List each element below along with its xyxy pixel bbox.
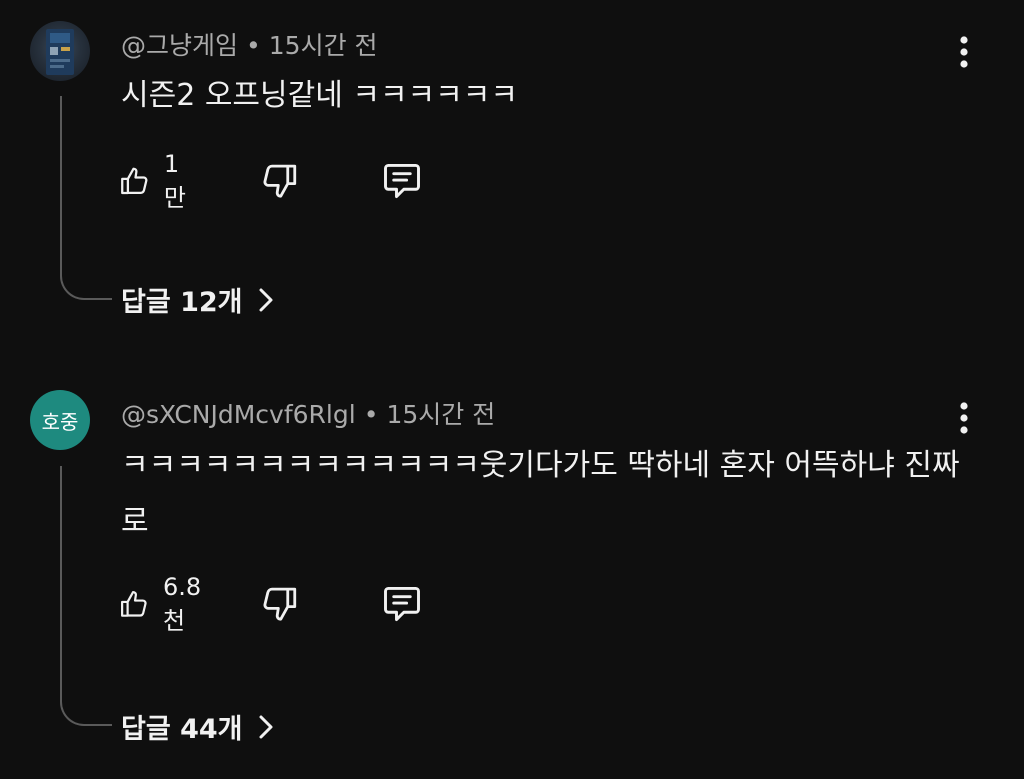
reply-comment-icon xyxy=(384,586,420,622)
thread-connector xyxy=(60,96,112,300)
more-options-button[interactable] xyxy=(952,34,976,70)
chevron-right-icon xyxy=(257,713,275,741)
comment-thread: @그냥게임 • 15시간 전 시즌2 오프닝같네 ㅋㅋㅋㅋㅋㅋ 1만 답글 12… xyxy=(0,0,1024,360)
like-button[interactable]: 1만 xyxy=(118,150,194,212)
avatar[interactable]: 호중 xyxy=(30,390,90,450)
comment-thread: 호중 @sXCNJdMcvf6Rlgl • 15시간 전 ㅋㅋㅋㅋㅋㅋㅋㅋㅋㅋㅋㅋㅋ… xyxy=(0,370,1024,779)
more-vert-icon xyxy=(960,36,968,68)
replies-label: 답글 44개 xyxy=(121,714,243,745)
thread-connector xyxy=(60,466,112,726)
more-options-button[interactable] xyxy=(952,400,976,436)
thumbs-up-icon xyxy=(121,167,148,195)
like-count: 1만 xyxy=(163,149,186,212)
thumbs-down-icon xyxy=(263,164,297,198)
dislike-button[interactable] xyxy=(258,157,300,205)
thumbs-up-icon xyxy=(121,590,147,617)
like-count: 6.8천 xyxy=(162,572,202,635)
more-vert-icon xyxy=(960,402,968,434)
replies-label: 답글 12개 xyxy=(121,287,243,318)
chevron-right-icon xyxy=(257,286,275,314)
view-replies-button[interactable]: 답글 12개 xyxy=(121,280,275,319)
dislike-button[interactable] xyxy=(258,580,300,628)
comment-meta: @그냥게임 • 15시간 전 xyxy=(121,26,378,62)
avatar[interactable] xyxy=(30,21,90,81)
timestamp[interactable]: 15시간 전 xyxy=(386,400,495,429)
comment-text: ㅋㅋㅋㅋㅋㅋㅋㅋㅋㅋㅋㅋㅋ웃기다가도 딱하네 혼자 어뜩하냐 진짜로 xyxy=(121,448,960,539)
reply-button[interactable] xyxy=(380,580,424,628)
avatar-image xyxy=(46,29,74,75)
timestamp[interactable]: 15시간 전 xyxy=(269,31,378,60)
separator-dot: • xyxy=(363,400,379,429)
reply-button[interactable] xyxy=(380,157,424,205)
like-button[interactable]: 6.8천 xyxy=(118,573,210,635)
view-replies-button[interactable]: 답글 44개 xyxy=(121,707,275,746)
comment-meta: @sXCNJdMcvf6Rlgl • 15시간 전 xyxy=(121,395,495,431)
thumbs-down-icon xyxy=(263,587,297,621)
reply-comment-icon xyxy=(384,163,420,199)
author-handle[interactable]: @sXCNJdMcvf6Rlgl xyxy=(121,400,356,429)
separator-dot: • xyxy=(246,31,261,60)
avatar-initials: 호중 xyxy=(41,409,79,434)
author-handle[interactable]: @그냥게임 xyxy=(121,31,238,60)
comment-text: 시즌2 오프닝같네 ㅋㅋㅋㅋㅋㅋ xyxy=(121,78,518,113)
